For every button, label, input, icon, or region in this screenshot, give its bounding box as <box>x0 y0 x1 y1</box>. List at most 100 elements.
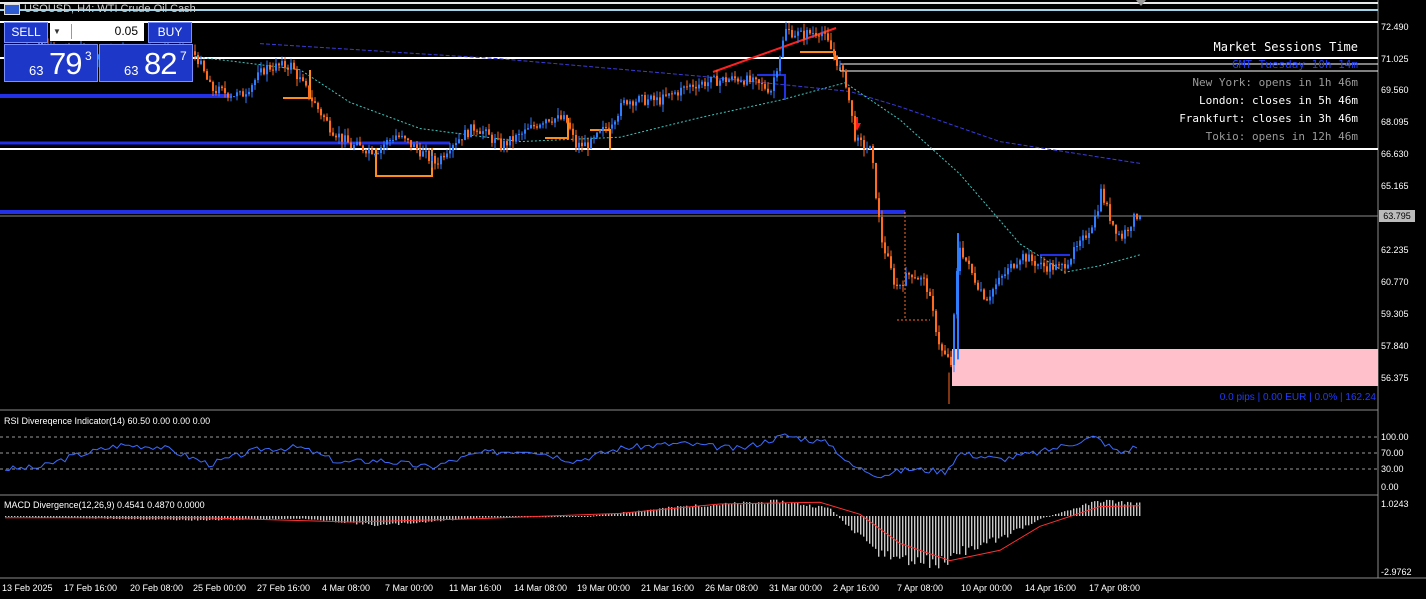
lot-size-input[interactable]: ▼ 0.05 <box>50 22 144 41</box>
candle-body <box>1007 268 1009 275</box>
macd-bar <box>578 516 580 517</box>
candle-body <box>740 81 742 83</box>
candle-body <box>776 71 778 78</box>
macd-bar <box>815 507 817 516</box>
candle-body <box>488 129 490 135</box>
macd-bar <box>1106 499 1108 516</box>
candle-body <box>854 115 856 141</box>
candle-body <box>941 344 943 351</box>
macd-bar <box>998 516 1000 539</box>
candle-body <box>749 75 751 82</box>
macd-bar <box>692 506 694 516</box>
candle-body <box>275 63 277 71</box>
macd-bar <box>323 516 325 521</box>
candle-body <box>1037 264 1039 266</box>
candle-body <box>245 94 247 97</box>
lot-dropdown-icon[interactable]: ▼ <box>53 22 61 41</box>
macd-bar <box>824 507 826 516</box>
candle-body <box>449 150 451 154</box>
candle-body <box>563 115 565 120</box>
macd-bar <box>842 516 844 521</box>
candle-body <box>791 29 793 38</box>
macd-bar <box>917 516 919 558</box>
macd-bar <box>728 503 730 516</box>
candle-body <box>281 61 283 66</box>
macd-bar <box>986 516 988 544</box>
candle-body <box>527 128 529 130</box>
macd-bar <box>755 503 757 516</box>
candle-body <box>998 277 1000 285</box>
macd-bar <box>1034 516 1036 523</box>
candle-body <box>581 142 583 147</box>
date-tick: 10 Apr 00:00 <box>961 583 1013 593</box>
candle-body <box>596 132 598 138</box>
candle-body <box>953 314 955 366</box>
candle-body <box>326 117 328 121</box>
macd-bar <box>431 516 433 522</box>
macd-bar <box>491 516 493 518</box>
candle-body <box>647 99 649 105</box>
macd-bar <box>926 516 928 556</box>
macd-bar <box>275 516 277 520</box>
candle-body <box>830 40 832 50</box>
candle-body <box>1019 260 1021 265</box>
candle-body <box>608 127 610 129</box>
macd-bar <box>485 516 487 518</box>
candle-body <box>446 153 448 158</box>
macd-bar <box>362 516 364 525</box>
candle-body <box>347 135 349 143</box>
candle-body <box>395 135 397 140</box>
current-price-label: 63.795 <box>1379 210 1415 222</box>
macd-bar <box>1070 510 1072 516</box>
candle-body <box>938 332 940 345</box>
macd-bar <box>710 505 712 516</box>
demand-zone[interactable] <box>952 349 1378 386</box>
macd-bar <box>980 516 982 546</box>
macd-bar <box>809 504 811 516</box>
macd-bar <box>881 516 883 551</box>
candle-body <box>929 291 931 296</box>
buy-quote-button[interactable]: 63 82 7 <box>99 44 193 82</box>
candle-body <box>410 140 412 148</box>
macd-bar <box>584 516 586 517</box>
buy-button[interactable]: BUY <box>148 22 192 43</box>
macd-bar <box>713 505 715 516</box>
candle-body <box>857 137 859 141</box>
macd-bar <box>380 516 382 525</box>
price-tick: 68.095 <box>1381 117 1409 127</box>
candle-body <box>227 93 229 98</box>
sell-quote-button[interactable]: 63 79 3 <box>4 44 98 82</box>
macd-bar <box>11 516 13 517</box>
session-line: New York: opens in 1h 46m <box>1192 76 1358 89</box>
sell-button[interactable]: SELL <box>4 22 48 43</box>
candle-body <box>1100 188 1102 212</box>
macd-bar <box>1136 502 1138 516</box>
candle-body <box>611 124 613 129</box>
candle-body <box>362 145 364 151</box>
candle-body <box>764 84 766 89</box>
macd-bar <box>764 504 766 516</box>
macd-bar <box>296 516 298 519</box>
candle-body <box>989 296 991 301</box>
macd-bar <box>26 516 28 518</box>
candle-body <box>842 65 844 71</box>
macd-bar <box>833 511 835 516</box>
candle-body <box>389 139 391 141</box>
candle-body <box>1103 188 1105 203</box>
macd-bar <box>1028 516 1030 526</box>
candle-body <box>350 142 352 149</box>
macd-bar <box>812 507 814 516</box>
macd-bar <box>1037 516 1039 521</box>
macd-bar <box>863 516 865 537</box>
candle-body <box>230 96 232 98</box>
candle-body <box>680 87 682 96</box>
candle-body <box>629 101 631 105</box>
candle-body <box>761 83 763 85</box>
candle-body <box>845 70 847 88</box>
candle-body <box>482 131 484 134</box>
session-line: Frankfurt: closes in 3h 46m <box>1179 112 1358 125</box>
candle-body <box>626 100 628 105</box>
macd-bar <box>737 503 739 516</box>
candle-body <box>455 143 457 146</box>
candle-body <box>659 97 661 105</box>
